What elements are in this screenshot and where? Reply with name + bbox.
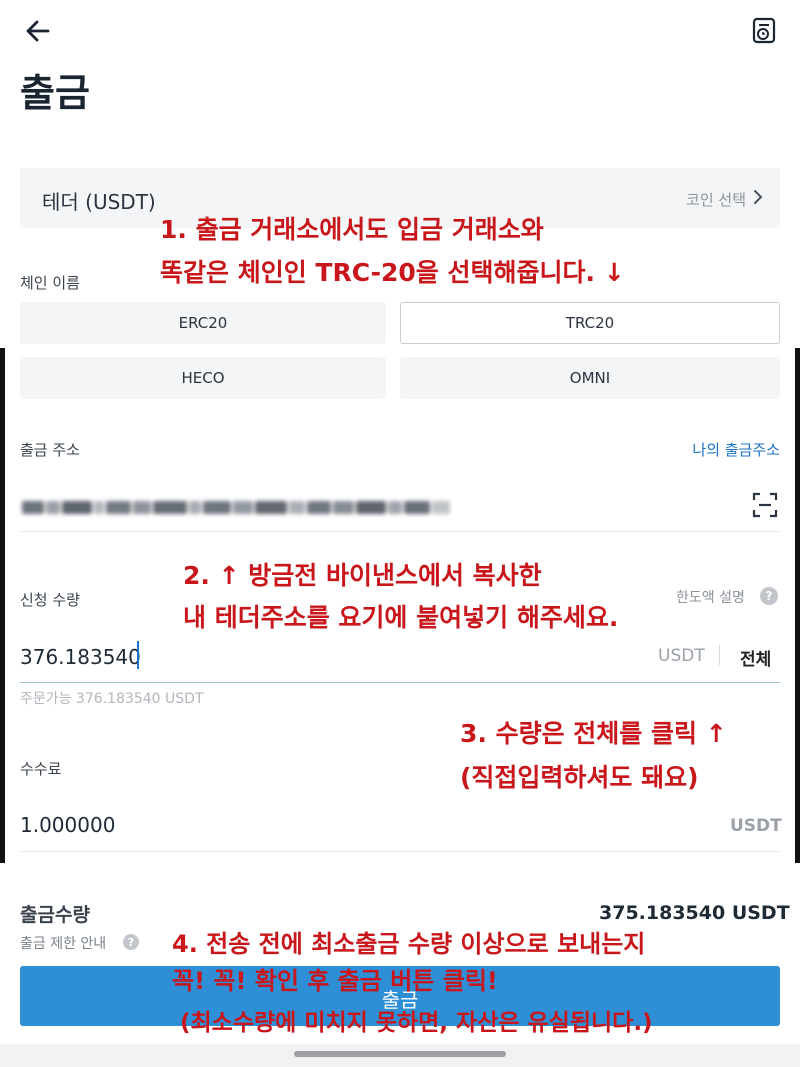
- history-button[interactable]: [748, 14, 782, 48]
- fee-unit: USDT: [730, 816, 782, 836]
- right-edge-bar: [795, 348, 800, 863]
- home-indicator[interactable]: [294, 1051, 506, 1057]
- left-edge-bar: [0, 348, 5, 863]
- top-bar: [0, 0, 800, 60]
- scan-qr-icon: [752, 492, 778, 518]
- fee-divider: [20, 851, 780, 852]
- chain-option-erc20[interactable]: ERC20: [20, 302, 386, 344]
- amount-separator: [719, 645, 720, 665]
- help-icon[interactable]: ?: [760, 587, 778, 605]
- annotation-step4-line2: 꼭! 꼭! 확인 후 출금 버튼 클릭!: [172, 967, 498, 995]
- amount-label: 신청 수량: [20, 591, 80, 609]
- annotation-step4-line1: 4. 전송 전에 최소출금 수량 이상으로 보내는지: [172, 930, 646, 958]
- limit-help-label[interactable]: 한도액 설명: [676, 587, 745, 607]
- amount-unit: USDT: [658, 646, 705, 666]
- withdrawal-total-value: 375.183540 USDT: [599, 902, 790, 924]
- annotation-step2-line2: 내 테더주소를 요기에 붙여넣기 해주세요.: [183, 603, 619, 632]
- annotation-step1-line2: 똑같은 체인인 TRC-20을 선택해줍니다. ↓: [160, 258, 625, 287]
- address-input-obscured[interactable]: [22, 492, 452, 522]
- address-divider: [20, 531, 780, 532]
- history-document-icon: [752, 17, 776, 44]
- annotation-step3-line1: 3. 수량은 전체를 클릭 ↑: [460, 719, 727, 748]
- my-addresses-link[interactable]: 나의 출금주소: [692, 439, 780, 460]
- chain-option-trc20[interactable]: TRC20: [400, 302, 780, 344]
- text-caret: [137, 641, 139, 669]
- arrow-left-icon: [26, 20, 50, 42]
- amount-input[interactable]: [20, 640, 580, 674]
- annotation-step4-line3: (최소수량에 미치지 못하면, 자산은 유실됩니다.): [180, 1010, 653, 1036]
- page-title: 출금: [20, 71, 90, 115]
- fee-label: 수수료: [20, 760, 62, 778]
- chain-label: 체인 이름: [20, 274, 80, 292]
- all-amount-button[interactable]: 전체: [740, 645, 771, 670]
- fee-value: 1.000000: [20, 813, 116, 837]
- scan-address-button[interactable]: [752, 492, 778, 518]
- amount-divider: [20, 682, 780, 683]
- limit-help-icon[interactable]: ?: [123, 934, 139, 950]
- coin-name: 테더 (USDT): [42, 190, 156, 214]
- annotation-step1-line1: 1. 출금 거래소에서도 입금 거래소와: [160, 215, 544, 244]
- annotation-step3-line2: (직접입력하셔도 돼요): [460, 763, 699, 792]
- annotation-step2-line1: 2. ↑ 방금전 바이낸스에서 복사한: [183, 561, 542, 590]
- chevron-right-icon: [754, 190, 763, 204]
- withdrawal-limit-info[interactable]: 출금 제한 안내: [20, 933, 106, 953]
- coin-select-label: 코인 선택: [686, 191, 746, 209]
- back-button[interactable]: [22, 14, 56, 48]
- available-amount: 주문가능 376.183540 USDT: [20, 691, 204, 707]
- withdrawal-total-label: 출금수량: [20, 904, 90, 926]
- address-label: 출금 주소: [20, 441, 80, 459]
- chain-option-heco[interactable]: HECO: [20, 357, 386, 399]
- chain-option-omni[interactable]: OMNI: [400, 357, 780, 399]
